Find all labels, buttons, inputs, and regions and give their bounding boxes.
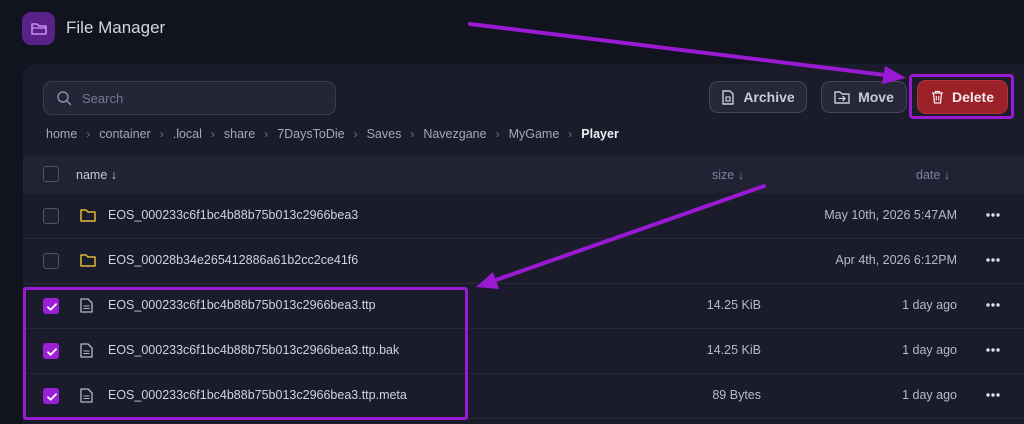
search-input[interactable] [80,89,324,107]
file-date: 1 day ago [902,298,957,312]
more-options-icon[interactable] [983,385,1003,405]
breadcrumb-item[interactable]: MyGame [509,127,560,141]
file-name[interactable]: EOS_00028b34e265412886a61b2cc2ce41f6 [108,253,358,267]
row-checkbox[interactable] [43,343,59,359]
trash-icon [931,90,943,104]
breadcrumb-item[interactable]: container [99,127,150,141]
file-size: 14.25 KiB [706,343,761,357]
breadcrumb-current: Player [581,127,619,141]
breadcrumb: home › container › .local › share › 7Day… [46,125,619,143]
row-checkbox[interactable] [43,298,59,314]
checkmark-icon [47,348,57,356]
more-options-icon[interactable] [983,340,1003,360]
app-logo [22,12,55,45]
chevron-right-icon: › [353,127,358,141]
file-size: 14.25 KiB [706,298,761,312]
file-name[interactable]: EOS_000233c6f1bc4b88b75b013c2966bea3.ttp… [108,388,407,402]
table-row[interactable]: EOS_000233c6f1bc4b88b75b013c2966bea3 May… [23,193,1024,239]
chevron-right-icon: › [159,127,164,141]
file-icon [80,343,93,358]
delete-button[interactable]: Delete [917,80,1008,114]
file-name[interactable]: EOS_000233c6f1bc4b88b75b013c2966bea3.ttp… [108,343,399,357]
row-checkbox[interactable] [43,388,59,404]
breadcrumb-item[interactable]: home [46,127,77,141]
more-options-icon[interactable] [983,250,1003,270]
column-header-name[interactable]: name ↓ [76,168,117,182]
table-row[interactable]: EOS_000233c6f1bc4b88b75b013c2966bea3.ttp… [23,328,1024,374]
breadcrumb-item[interactable]: .local [173,127,202,141]
file-panel: Archive Move Delete home › container › .… [23,64,1024,424]
search-box[interactable] [43,81,336,115]
breadcrumb-item[interactable]: Navezgane [423,127,486,141]
row-checkbox[interactable] [43,208,59,224]
table-row[interactable]: EOS_000233c6f1bc4b88b75b013c2966bea3.ttp… [23,373,1024,419]
file-icon [80,388,93,403]
search-icon [57,91,72,106]
table-row[interactable]: EOS_00028b34e265412886a61b2cc2ce41f6 Apr… [23,238,1024,284]
checkmark-icon [47,393,57,401]
breadcrumb-item[interactable]: 7DaysToDie [277,127,344,141]
app-title: File Manager [66,18,166,37]
more-options-icon[interactable] [983,205,1003,225]
file-date: 1 day ago [902,343,957,357]
chevron-right-icon: › [410,127,415,141]
more-options-icon[interactable] [983,295,1003,315]
archive-button[interactable]: Archive [709,81,807,113]
archive-icon [722,89,735,105]
file-date: May 10th, 2026 5:47AM [824,208,957,222]
chevron-right-icon: › [568,127,573,141]
file-name[interactable]: EOS_000233c6f1bc4b88b75b013c2966bea3 [108,208,358,222]
file-name[interactable]: EOS_000233c6f1bc4b88b75b013c2966bea3.ttp [108,298,376,312]
checkmark-icon [47,303,57,311]
column-header-size[interactable]: size ↓ [712,168,744,182]
file-icon [80,298,93,313]
chevron-right-icon: › [495,127,500,141]
breadcrumb-item[interactable]: share [224,127,255,141]
move-icon [834,91,850,104]
row-checkbox[interactable] [43,253,59,269]
chevron-right-icon: › [210,127,215,141]
table-header: name ↓ size ↓ date ↓ [23,156,1024,193]
file-date: 1 day ago [902,388,957,402]
file-size: 89 Bytes [712,388,761,402]
chevron-right-icon: › [86,127,91,141]
file-date: Apr 4th, 2026 6:12PM [835,253,957,267]
breadcrumb-item[interactable]: Saves [367,127,402,141]
delete-label: Delete [951,89,995,105]
folder-icon [30,22,47,35]
folder-icon [80,254,96,267]
chevron-right-icon: › [264,127,269,141]
folder-icon [80,209,96,222]
archive-label: Archive [743,89,795,105]
move-label: Move [858,89,894,105]
column-header-date[interactable]: date ↓ [916,168,950,182]
move-button[interactable]: Move [821,81,907,113]
table-row[interactable]: EOS_000233c6f1bc4b88b75b013c2966bea3.ttp… [23,283,1024,329]
select-all-checkbox[interactable] [43,166,59,182]
